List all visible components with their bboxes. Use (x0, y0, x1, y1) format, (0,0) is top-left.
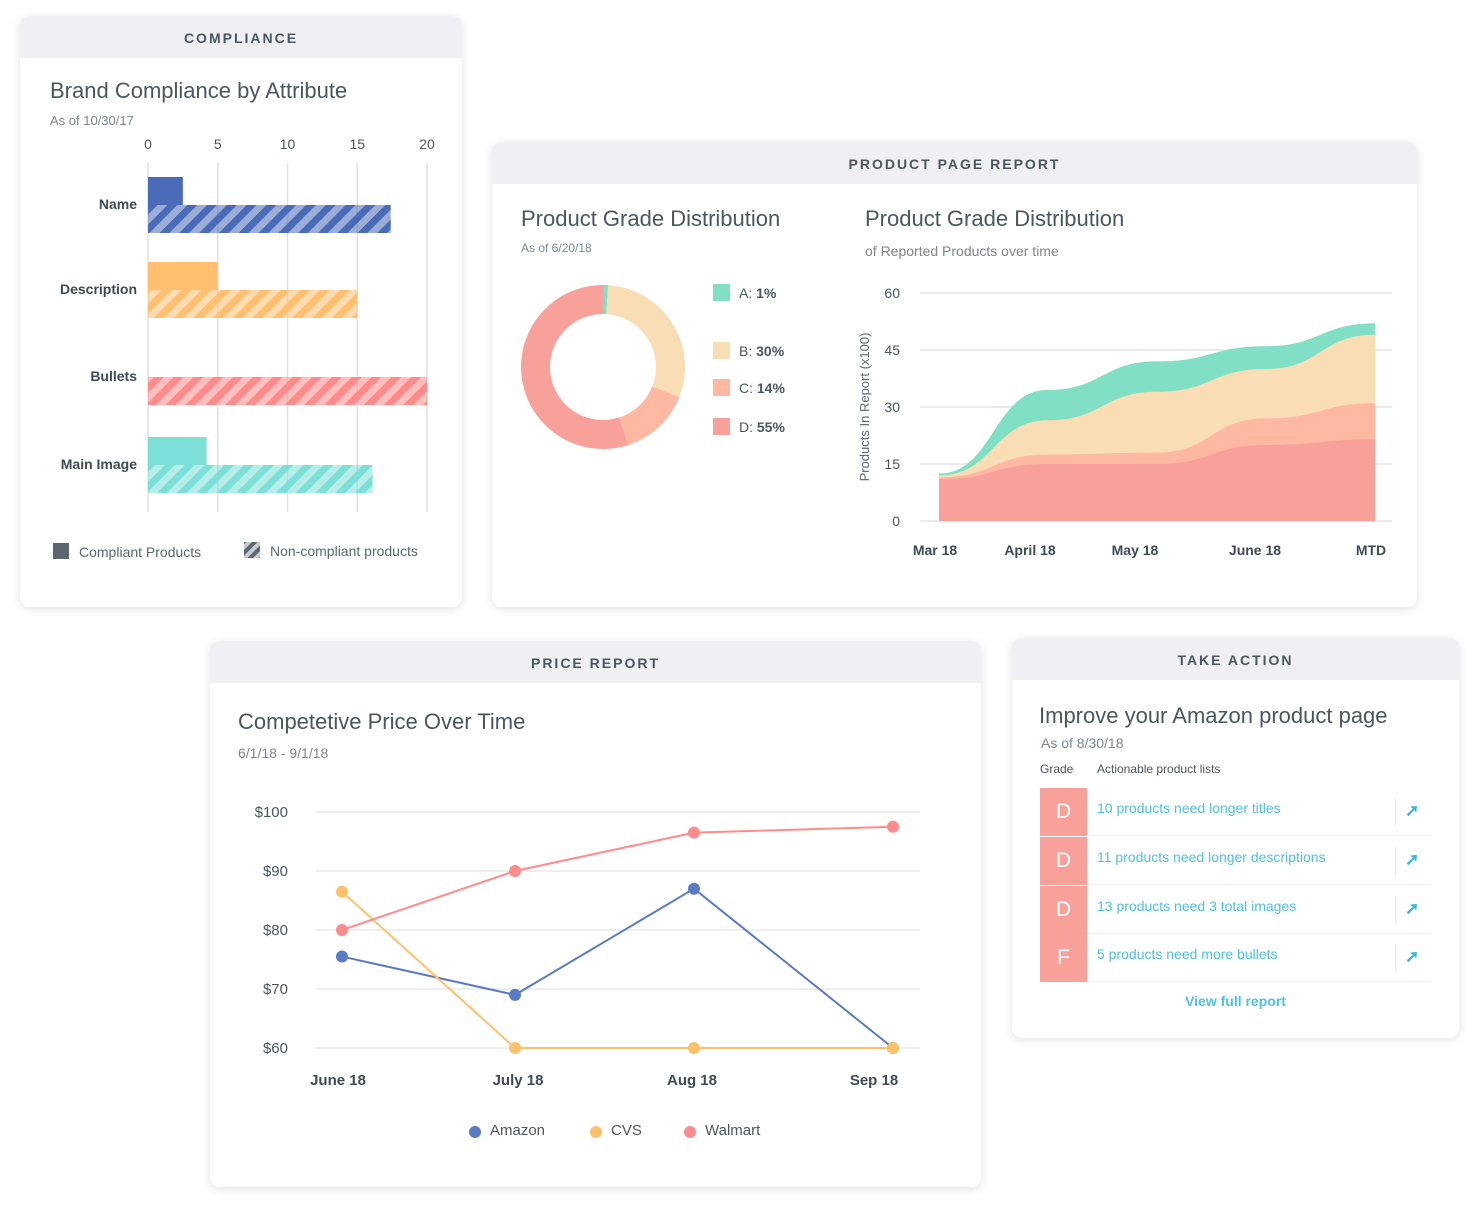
action-row[interactable]: D 13 products need 3 total images ➚ (1040, 886, 1432, 934)
category-label: Bullets (90, 368, 137, 384)
point-walmart (509, 865, 521, 877)
category-label: Main Image (61, 456, 137, 472)
y-tick-label: $60 (263, 1040, 288, 1057)
divider (1395, 798, 1396, 826)
divider (1395, 896, 1396, 924)
noncompliant-legend-label: Non-compliant products (270, 543, 418, 559)
y-tick-label: $100 (255, 804, 288, 821)
x-tick-label: 5 (214, 136, 222, 152)
x-tick-label: 10 (280, 136, 296, 152)
legend-dot-amazon (469, 1126, 481, 1138)
external-arrow-icon[interactable]: ➚ (1405, 947, 1419, 967)
compliance-card: COMPLIANCE Brand Compliance by Attribute… (20, 16, 462, 607)
external-arrow-icon[interactable]: ➚ (1405, 899, 1419, 919)
action-row[interactable]: D 11 products need longer descriptions ➚ (1040, 837, 1432, 885)
legend-label-walmart: Walmart (705, 1122, 761, 1139)
compliant-bar (148, 177, 183, 205)
external-arrow-icon[interactable]: ➚ (1405, 801, 1419, 821)
point-cvs (887, 1042, 899, 1054)
action-row[interactable]: D 10 products need longer titles ➚ (1040, 788, 1432, 836)
action-link[interactable]: 13 products need 3 total images (1097, 898, 1296, 914)
x-tick-label: Aug 18 (667, 1072, 717, 1089)
y-tick-label: 30 (884, 399, 900, 415)
compliant-bar (148, 262, 218, 290)
x-tick-label: June 18 (310, 1072, 366, 1089)
line-walmart (341, 825, 894, 931)
noncompliant-bar (148, 377, 427, 405)
x-tick-label: June 18 (1229, 542, 1281, 558)
x-tick-label: Mar 18 (913, 542, 958, 558)
compliance-bar-chart: 0 5 10 15 20 Name Description Bullets Main Image… (53, 136, 435, 560)
noncompliant-bar (148, 465, 373, 493)
action-link[interactable]: 10 products need longer titles (1097, 800, 1281, 816)
grade-badge: D (1040, 837, 1087, 885)
price-card: PRICE REPORT Competetive Price Over Time… (210, 641, 981, 1187)
compliant-legend-label: Compliant Products (79, 544, 201, 560)
line-cvs (341, 890, 893, 1049)
take-action-title: Improve your Amazon product page (1039, 703, 1388, 728)
noncompliant-legend-swatch (244, 542, 260, 558)
y-axis-label: Products In Report (x100) (857, 333, 872, 482)
legend-label-cvs: CVS (611, 1122, 642, 1139)
x-tick-label: April 18 (1004, 542, 1056, 558)
point-amazon (336, 950, 348, 963)
grade-badge: D (1040, 886, 1087, 934)
point-walmart (688, 826, 700, 839)
compliant-legend-swatch (53, 543, 69, 559)
price-line-chart: $60 $70 $80 $90 $100 June 18 July 18 Aug 18 Sep … (255, 804, 920, 1139)
category-label: Name (99, 196, 137, 212)
action-link[interactable]: 5 products need more bullets (1097, 946, 1278, 962)
point-amazon (688, 882, 700, 895)
y-tick-label: 60 (884, 285, 900, 301)
line-amazon (341, 887, 894, 1049)
col-grade-label: Grade (1040, 762, 1074, 776)
y-tick-label: 0 (892, 513, 900, 529)
x-tick-label: 15 (349, 136, 365, 152)
noncompliant-bar (148, 205, 391, 233)
view-full-report-link[interactable]: View full report (1012, 993, 1459, 1009)
y-tick-label: 45 (884, 342, 900, 358)
col-lists-label: Actionable product lists (1097, 762, 1221, 776)
external-arrow-icon[interactable]: ➚ (1405, 850, 1419, 870)
y-tick-label: $90 (263, 863, 288, 880)
x-tick-label: 0 (144, 136, 152, 152)
take-action-header: TAKE ACTION (1012, 638, 1459, 680)
compliant-bar (148, 437, 207, 465)
grade-badge: F (1040, 934, 1087, 982)
product-page-card: PRODUCT PAGE REPORT Product Grade Distri… (492, 142, 1417, 607)
x-tick-label: July 18 (493, 1072, 544, 1089)
divider (1395, 847, 1396, 875)
x-tick-label: Sep 18 (850, 1072, 898, 1089)
point-walmart (336, 924, 348, 936)
y-tick-label: $70 (263, 981, 288, 998)
take-action-subtitle: As of 8/30/18 (1041, 735, 1124, 751)
point-cvs (336, 885, 348, 898)
legend-dot-walmart (684, 1126, 696, 1138)
grade-area-chart: 0 15 30 45 60 Products In Report (x100) Mar 18… (857, 285, 1392, 558)
y-tick-label: 15 (884, 456, 900, 472)
legend-label-amazon: Amazon (490, 1122, 545, 1139)
x-tick-label: MTD (1356, 542, 1386, 558)
legend-dot-cvs (590, 1126, 602, 1138)
category-label: Description (60, 281, 137, 297)
divider (1395, 944, 1396, 972)
grade-badge: D (1040, 788, 1087, 836)
y-tick-label: $80 (263, 922, 288, 939)
point-amazon (509, 988, 521, 1001)
x-tick-label: May 18 (1112, 542, 1159, 558)
take-action-card: TAKE ACTION Improve your Amazon product … (1012, 638, 1459, 1038)
action-row[interactable]: F 5 products need more bullets ➚ (1040, 934, 1432, 982)
point-cvs (688, 1042, 700, 1054)
x-tick-label: 20 (419, 136, 435, 152)
action-link[interactable]: 11 products need longer descriptions (1097, 849, 1326, 865)
point-cvs (509, 1042, 521, 1054)
point-walmart (887, 820, 899, 833)
noncompliant-bar (148, 290, 358, 318)
